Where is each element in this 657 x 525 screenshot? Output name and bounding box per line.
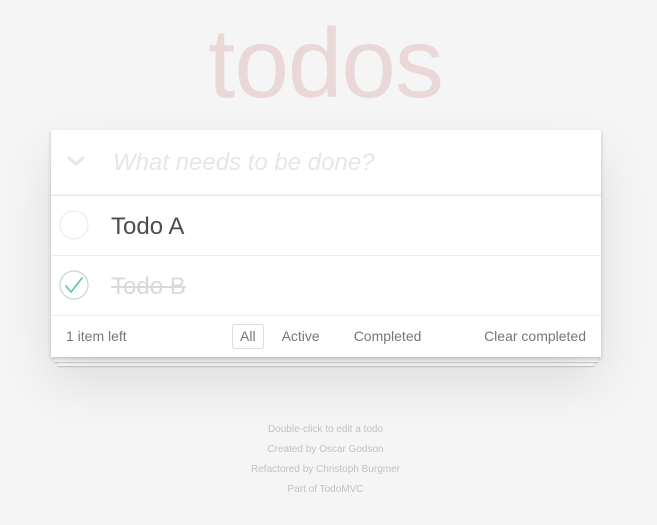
todo-toggle-checkbox[interactable]	[59, 270, 89, 300]
filters: All Active Completed	[232, 324, 433, 349]
chevron-down-icon[interactable]	[65, 150, 87, 172]
todo-app: Todo A Todo B 1 item left All Active Com…	[51, 130, 601, 357]
todo-item[interactable]: Todo B	[51, 256, 601, 316]
filter-active[interactable]: Active	[274, 324, 328, 349]
clear-completed-button[interactable]: Clear completed	[484, 328, 586, 344]
filter-all[interactable]: All	[232, 324, 264, 349]
todo-header	[51, 130, 601, 196]
info-part-of: Part of TodoMVC	[287, 484, 364, 495]
filter-completed[interactable]: Completed	[346, 324, 430, 349]
app-title: todos	[208, 8, 444, 118]
info-refactored-by: Refactored by Christoph Burgmer	[251, 464, 400, 475]
todo-toggle-checkbox[interactable]	[59, 210, 89, 240]
info-footer: Double-click to edit a todo Created by O…	[0, 420, 651, 500]
info-created-by: Created by Oscar Godson	[267, 444, 384, 455]
todo-footer: 1 item left All Active Completed Clear c…	[51, 316, 601, 356]
todo-count: 1 item left	[66, 328, 127, 344]
todo-label[interactable]: Todo B	[111, 273, 186, 302]
todo-label[interactable]: Todo A	[111, 213, 184, 242]
new-todo-input[interactable]	[111, 142, 585, 184]
checkmark-icon	[65, 277, 83, 293]
info-edit-hint: Double-click to edit a todo	[267, 424, 384, 435]
todo-item[interactable]: Todo A	[51, 196, 601, 256]
todo-list: Todo A Todo B	[51, 196, 601, 316]
